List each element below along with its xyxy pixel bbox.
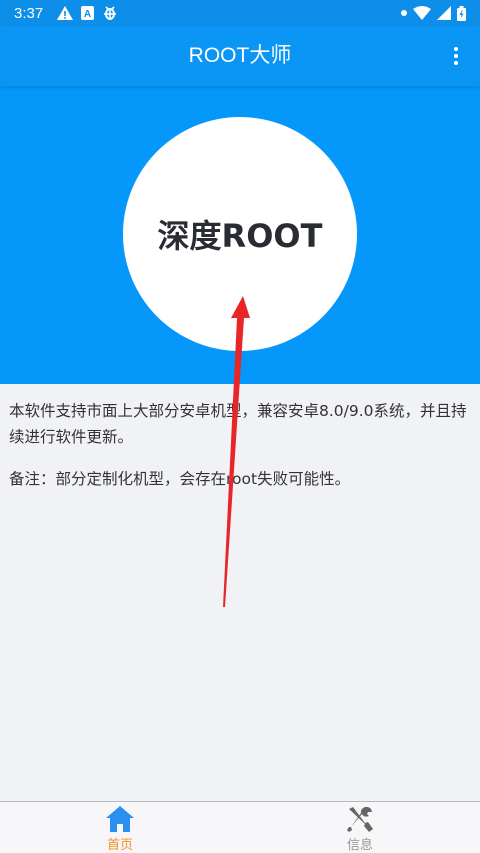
app-title: ROOT大师 [188,44,292,67]
app-bar: ROOT大师 [0,26,480,86]
info-content: 本软件支持市面上大部分安卓机型，兼容安卓8.0/9.0系统，并且持续进行软件更新… [0,384,480,492]
signal-icon [437,6,451,20]
nav-label-info: 信息 [346,838,373,853]
dot-icon [401,10,407,16]
note-text: 备注：部分定制化机型，会存在root失败可能性。 [9,470,351,488]
bottom-nav: 首页 信息 [0,801,480,853]
svg-text:A: A [84,9,91,20]
nav-label-home: 首页 [106,838,133,853]
tools-icon [343,804,377,834]
home-icon [103,804,137,834]
status-time: 3:37 [14,4,44,22]
warning-icon [57,6,74,20]
deep-root-label: 深度ROOT [157,217,323,255]
description-text: 本软件支持市面上大部分安卓机型，兼容安卓8.0/9.0系统，并且持续进行软件更新… [9,402,467,446]
deep-root-button[interactable]: 深度ROOT [123,117,357,351]
nav-item-info[interactable]: 信息 [240,802,480,853]
hero-panel: 深度ROOT [0,86,480,384]
more-vert-icon[interactable] [444,44,468,68]
bug-icon [104,6,117,20]
nav-item-home[interactable]: 首页 [0,802,240,853]
a-notification-icon: A [81,6,95,20]
status-bar: 3:37 A [0,0,480,26]
battery-icon [457,5,466,21]
wifi-icon [413,6,431,20]
